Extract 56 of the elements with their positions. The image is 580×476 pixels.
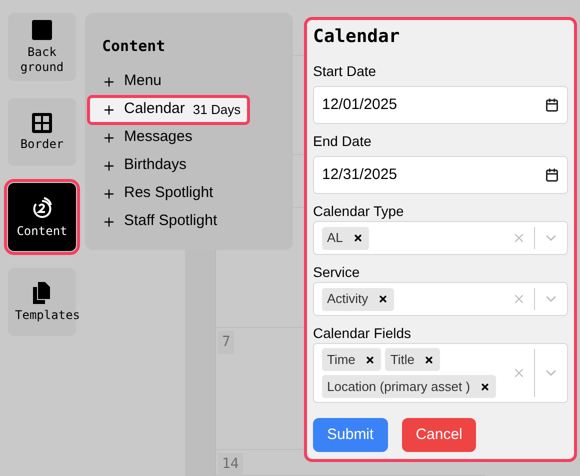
date-field[interactable]: 12/31/2025 [313,156,568,194]
content-item[interactable]: Messages [90,126,288,150]
remove-icon[interactable] [480,382,490,392]
plus-icon [102,130,116,144]
form-title: Calendar [313,26,401,48]
multi-select[interactable]: AL [313,221,568,255]
tag-label: AL [327,229,343,248]
square-icon [31,19,53,41]
field-label: End Date [313,133,372,149]
multi-select[interactable]: Activity [313,282,568,316]
field-label: Calendar Type [313,203,405,219]
remove-icon[interactable] [352,233,363,243]
plus-icon [102,158,116,172]
content-item[interactable]: Res Spotlight [90,182,288,206]
item-label: Res Spotlight [124,183,214,204]
content-item[interactable]: Staff Spotlight [90,210,288,234]
tool-button[interactable]: Back ground [8,13,76,81]
multi-select[interactable]: Time Title Location (primary asset ) [313,343,568,403]
day-number: 14 [218,452,243,476]
item-label: Messages [124,127,192,148]
content-item[interactable]: Calendar 31 Days [90,98,247,122]
refresh-icon [30,196,54,220]
remove-icon[interactable] [424,354,434,364]
cancel-button[interactable]: Cancel [402,418,476,452]
tag-label: Title [390,350,414,369]
tool-button[interactable]: Content [8,183,76,251]
plus-icon [102,102,116,116]
date-field[interactable]: 12/01/2025 [313,86,568,124]
plus-icon [102,214,116,228]
tag-label: Time [327,350,356,369]
tool-button[interactable]: Border [8,98,76,166]
date-value: 12/31/2025 [322,164,398,185]
plus-icon [102,74,116,88]
date-value: 12/01/2025 [322,94,398,115]
item-label: Staff Spotlight [124,211,218,232]
content-item[interactable]: Birthdays [90,154,288,178]
item-label: Birthdays [124,155,187,176]
tag-label: Activity [327,290,368,308]
item-count-label: 31 Days [192,100,241,119]
content-item[interactable]: Menu [90,70,288,94]
grid-icon [32,112,52,132]
remove-icon[interactable] [378,294,388,304]
plus-icon [102,186,116,200]
panel-title: Content [102,36,166,57]
day-number: 7 [218,331,234,354]
field-label: Start Date [313,63,378,79]
field-label: Service [313,264,361,280]
item-label: Menu [124,71,162,92]
files-icon [32,282,52,304]
calendar-icon[interactable] [545,98,559,112]
item-label: Calendar [124,99,185,120]
field-label: Calendar Fields [313,325,412,341]
calendar-icon[interactable] [545,168,559,182]
tag-label: Location (primary asset ) [327,378,470,396]
remove-icon[interactable] [365,354,376,364]
submit-button[interactable]: Submit [313,418,388,452]
